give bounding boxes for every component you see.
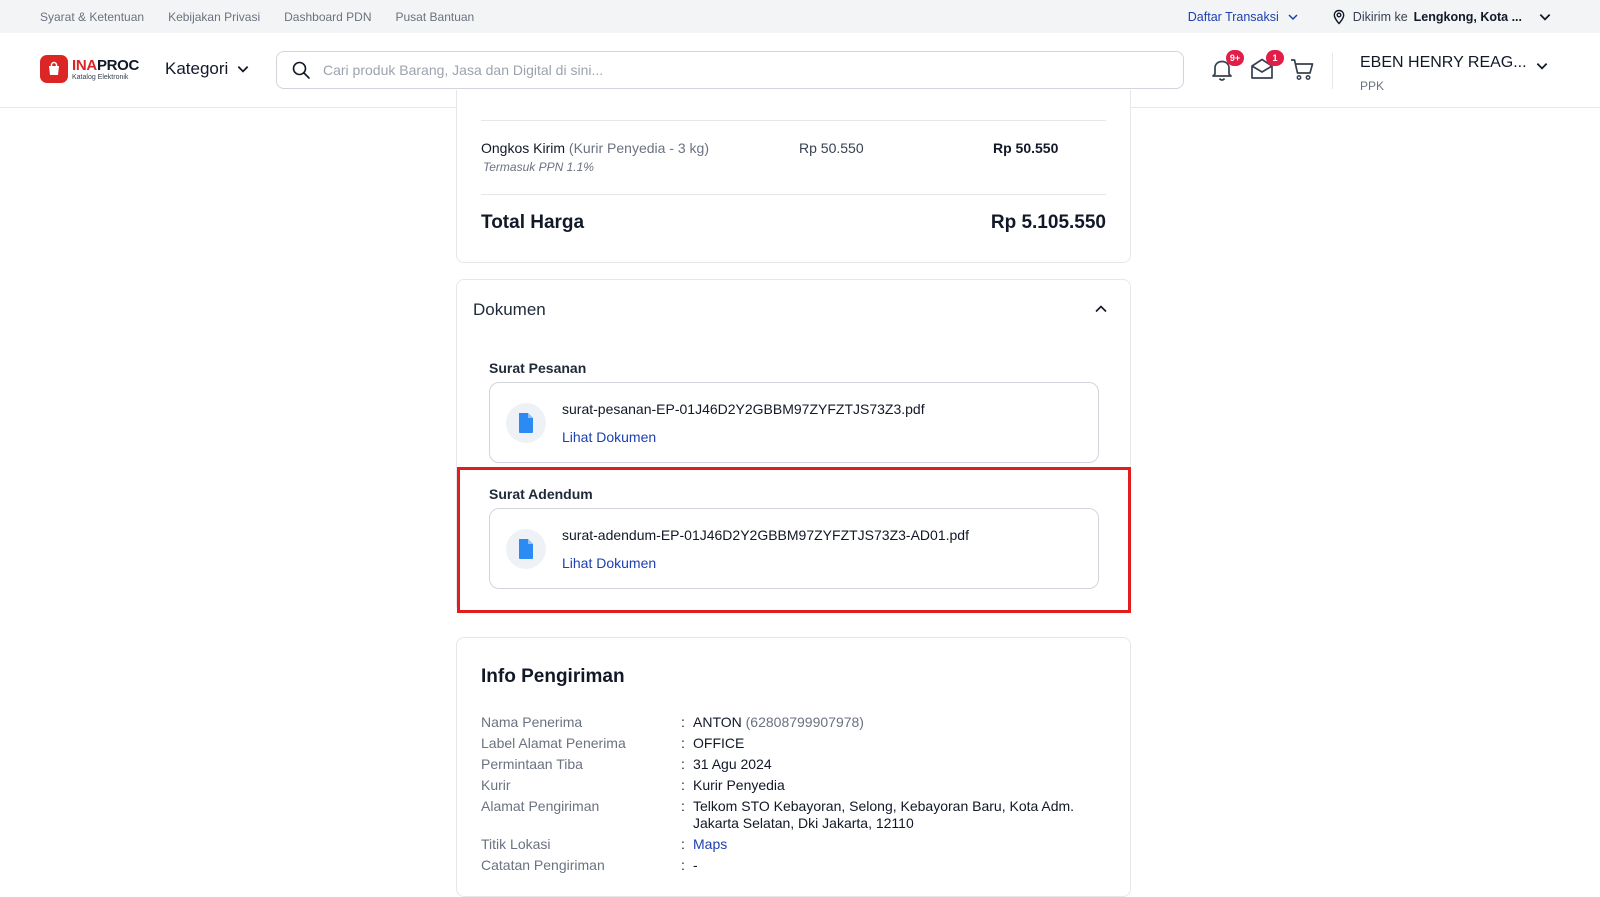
chevron-down-icon xyxy=(1536,63,1547,70)
colon: : xyxy=(681,735,685,751)
colon: : xyxy=(681,777,685,793)
send-to-location[interactable]: Dikirim ke Lengkong, Kota ... xyxy=(1331,9,1552,25)
info-row-address-label: Label Alamat Penerima : OFFICE xyxy=(481,735,1103,752)
shipping-detail: (Kurir Penyedia - 3 kg) xyxy=(568,140,709,156)
chevron-up-icon xyxy=(1095,305,1107,313)
transactions-label: Daftar Transaksi xyxy=(1187,9,1279,24)
category-label: Kategori xyxy=(165,59,229,78)
info-value: 31 Agu 2024 xyxy=(693,756,772,772)
search-input[interactable] xyxy=(323,62,1143,78)
info-row-shipping-address: Alamat Pengiriman : Telkom STO Kebayoran… xyxy=(481,798,1103,832)
view-order-letter-link[interactable]: Lihat Dokumen xyxy=(562,429,656,445)
transactions-dropdown[interactable]: Daftar Transaksi xyxy=(1188,10,1299,24)
info-row-recipient: Nama Penerima : ANTON (62808799907978) xyxy=(481,714,1103,731)
info-value: ANTON (62808799907978) xyxy=(693,714,1103,731)
shipping-subtotal: Rp 50.550 xyxy=(993,140,1059,156)
colon: : xyxy=(681,756,685,772)
user-menu[interactable]: EBEN HENRY REAG... PPK xyxy=(1360,53,1549,93)
info-value: Telkom STO Kebayoran, Selong, Kebayoran … xyxy=(693,798,1075,831)
info-key: Catatan Pengiriman xyxy=(481,857,605,873)
info-key: Permintaan Tiba xyxy=(481,756,583,772)
search-icon xyxy=(292,61,310,79)
logo-text-proc: PROC xyxy=(96,56,140,74)
order-letter-file: surat-pesanan-EP-01J46D2Y2GBBM97ZYFZTJS7… xyxy=(489,382,1099,463)
total-price-value: Rp 5.105.550 xyxy=(990,212,1106,233)
info-row-arrival-request: Permintaan Tiba : 31 Agu 2024 xyxy=(481,756,1103,773)
inaproc-logo[interactable]: INAPROC Katalog Elektronik xyxy=(40,55,139,83)
messages-button[interactable]: 1 xyxy=(1248,50,1284,83)
total-price-label: Total Harga xyxy=(481,212,585,233)
logo-text-ina: INA xyxy=(72,56,97,74)
send-to-label: Dikirim ke xyxy=(1352,9,1408,24)
info-value: OFFICE xyxy=(693,735,745,751)
shipping-label: Ongkos Kirim xyxy=(481,140,566,156)
info-row-shipping-notes: Catatan Pengiriman : - xyxy=(481,857,1103,874)
shopping-bag-icon xyxy=(40,55,68,83)
top-bar: Syarat & Ketentuan Kebijakan Privasi Das… xyxy=(0,0,1600,33)
message-badge: 1 xyxy=(1266,50,1284,66)
send-to-value: Lengkong, Kota ... xyxy=(1413,9,1522,24)
info-row-location: Titik Lokasi : Maps xyxy=(481,836,1103,853)
colon: : xyxy=(681,714,685,730)
recipient-name: ANTON xyxy=(693,714,742,730)
header-divider xyxy=(1332,53,1333,89)
user-role: PPK xyxy=(1360,79,1385,93)
location-pin-icon xyxy=(1333,9,1345,25)
cart-button[interactable] xyxy=(1288,55,1316,83)
logo-subtitle: Katalog Elektronik xyxy=(72,73,129,81)
shipping-cost-label: Ongkos Kirim (Kurir Penyedia - 3 kg) xyxy=(481,140,709,156)
highlight-box xyxy=(457,467,1131,613)
file-icon xyxy=(506,403,546,443)
documents-title: Dokumen xyxy=(473,300,546,319)
chevron-down-icon xyxy=(238,66,249,73)
divider xyxy=(481,194,1106,195)
info-value: - xyxy=(693,857,698,873)
category-dropdown[interactable]: Kategori xyxy=(165,59,250,79)
top-links: Syarat & Ketentuan Kebijakan Privasi Das… xyxy=(40,0,474,33)
order-letter-label: Surat Pesanan xyxy=(489,360,587,376)
collapse-documents-button[interactable] xyxy=(1092,300,1110,323)
shipping-info-card: Info Pengiriman Nama Penerima : ANTON (6… xyxy=(456,637,1131,897)
shipping-info-title: Info Pengiriman xyxy=(481,666,625,687)
notification-badge: 9+ xyxy=(1226,50,1244,66)
shipping-price: Rp 50.550 xyxy=(799,140,864,156)
user-name: EBEN HENRY REAG... xyxy=(1360,54,1527,71)
info-key: Titik Lokasi xyxy=(481,836,551,852)
notification-button[interactable]: 9+ xyxy=(1208,50,1244,83)
link-privacy[interactable]: Kebijakan Privasi xyxy=(168,10,260,24)
info-row-courier: Kurir : Kurir Penyedia xyxy=(481,777,1103,794)
chevron-down-icon xyxy=(1288,13,1298,20)
info-key: Label Alamat Penerima xyxy=(481,735,626,751)
search-bar[interactable] xyxy=(276,51,1184,89)
colon: : xyxy=(681,857,685,873)
order-letter-filename: surat-pesanan-EP-01J46D2Y2GBBM97ZYFZTJS7… xyxy=(562,401,925,417)
link-dashboard-pdn[interactable]: Dashboard PDN xyxy=(284,10,371,24)
info-key: Alamat Pengiriman xyxy=(481,798,600,814)
colon: : xyxy=(681,836,685,852)
link-terms[interactable]: Syarat & Ketentuan xyxy=(40,10,144,24)
info-key: Kurir xyxy=(481,777,511,793)
maps-link[interactable]: Maps xyxy=(693,836,1103,853)
chevron-down-icon xyxy=(1539,13,1551,21)
info-key: Nama Penerima xyxy=(481,714,583,730)
divider xyxy=(481,120,1106,121)
cart-icon xyxy=(1291,59,1314,80)
info-value: Kurir Penyedia xyxy=(693,777,785,793)
recipient-phone: (62808799907978) xyxy=(745,714,864,730)
price-summary-card: Ongkos Kirim (Kurir Penyedia - 3 kg) Ter… xyxy=(456,90,1131,263)
colon: : xyxy=(681,798,685,814)
shipping-tax-note: Termasuk PPN 1.1% xyxy=(483,160,594,174)
link-help-center[interactable]: Pusat Bantuan xyxy=(396,10,475,24)
